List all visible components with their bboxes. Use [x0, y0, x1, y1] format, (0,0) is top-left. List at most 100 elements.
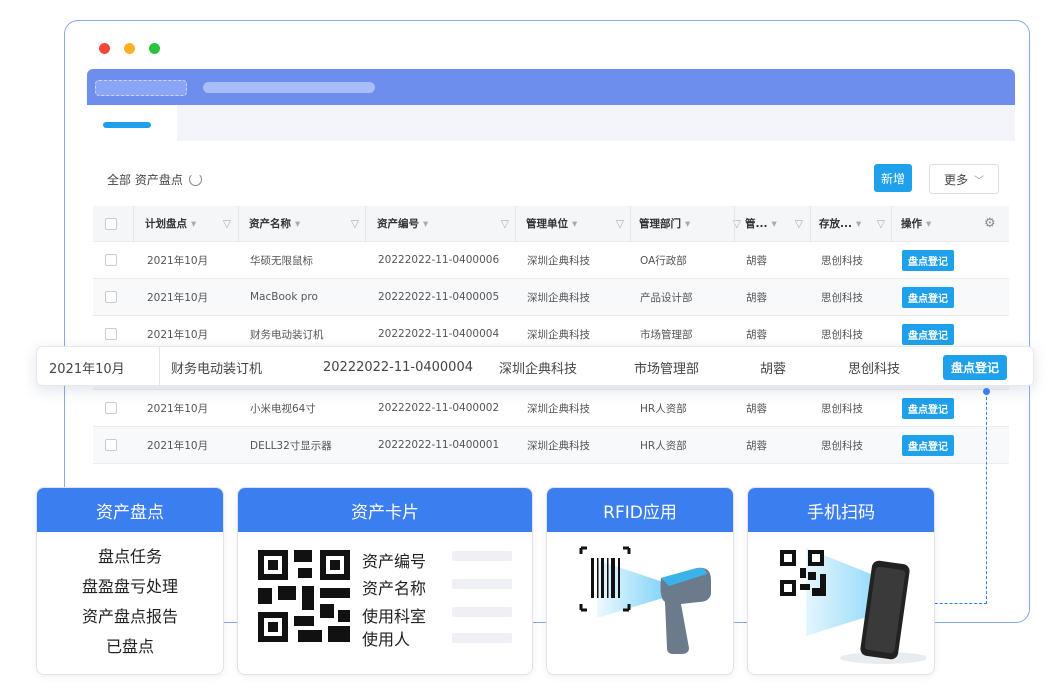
- cell-plan: 2021年10月: [147, 402, 209, 415]
- cell-storage: 思创科技: [821, 402, 863, 415]
- chevron-down-icon: ﹀: [974, 175, 984, 187]
- field-label: 资产编号: [362, 552, 427, 571]
- table-row[interactable]: 2021年10月 DELL32寸显示器 20222022-11-0400001 …: [93, 427, 1009, 464]
- tab-indicator: [103, 122, 151, 128]
- table-row[interactable]: 2021年10月 小米电视64寸 20222022-11-0400002 深圳企…: [93, 390, 1009, 427]
- header-name[interactable]: 资产名称 ▾ ▽: [249, 206, 363, 241]
- inventory-register-button[interactable]: 盘点登记: [943, 354, 1008, 380]
- tab-active[interactable]: [87, 105, 177, 141]
- card-title: 手机扫码: [748, 488, 934, 532]
- row-checkbox[interactable]: [105, 242, 117, 278]
- field-label: 使用科室: [362, 607, 427, 626]
- header-plan-label: 计划盘点: [145, 218, 187, 230]
- header-manager[interactable]: 管... ▾ ▽: [745, 206, 807, 241]
- filter-icon[interactable]: ▽: [223, 218, 231, 230]
- cell-unit: 深圳企典科技: [499, 361, 578, 377]
- filter-icon[interactable]: ▽: [616, 218, 624, 230]
- inventory-register-button[interactable]: 盘点登记: [902, 286, 954, 308]
- cell-storage: 思创科技: [821, 291, 863, 304]
- inventory-register-button[interactable]: 盘点登记: [902, 323, 954, 345]
- toolbar-title-group: 全部 资产盘点: [107, 171, 202, 188]
- list-item[interactable]: 资产盘点报告: [37, 602, 223, 632]
- sort-icon[interactable]: ▾: [423, 218, 428, 230]
- cell-plan: 2021年10月: [49, 361, 125, 377]
- sort-icon[interactable]: ▾: [191, 218, 196, 230]
- highlighted-row[interactable]: 2021年10月 财务电动装订机 20222022-11-0400004 深圳企…: [36, 346, 1034, 387]
- cell-code: 20222022-11-0400002: [378, 402, 500, 414]
- sort-icon[interactable]: ▾: [685, 218, 690, 230]
- cell-storage: 思创科技: [848, 361, 901, 377]
- sort-icon[interactable]: ▾: [295, 218, 300, 230]
- sort-icon[interactable]: ▾: [856, 218, 861, 230]
- sort-icon[interactable]: ▾: [572, 218, 577, 230]
- cell-manager: 胡蓉: [760, 361, 787, 377]
- cell-name: 华硕无限鼠标: [250, 254, 313, 267]
- list-item[interactable]: 盘盈盘亏处理: [37, 572, 223, 602]
- header-code[interactable]: 资产编号 ▾ ▽: [377, 206, 513, 241]
- cell-name: DELL32寸显示器: [250, 439, 332, 452]
- inventory-register-button[interactable]: 盘点登记: [902, 249, 954, 271]
- cell-code: 20222022-11-0400006: [378, 254, 500, 266]
- cell-dept: HR人资部: [640, 439, 687, 452]
- header-dept-label: 管理部门: [639, 218, 681, 230]
- new-button[interactable]: 新增: [874, 164, 912, 192]
- logo-placeholder: [95, 80, 187, 96]
- cell-manager: 胡蓉: [746, 291, 767, 304]
- refresh-icon[interactable]: [188, 173, 202, 186]
- header-plan[interactable]: 计划盘点 ▾ ▽: [145, 206, 235, 241]
- cell-plan: 2021年10月: [147, 254, 209, 267]
- minimize-window-button[interactable]: [124, 43, 135, 54]
- search-placeholder[interactable]: [203, 82, 375, 93]
- cell-name: 财务电动装订机: [171, 361, 263, 377]
- cell-unit: 深圳企典科技: [527, 291, 590, 304]
- cell-dept: 市场管理部: [634, 361, 700, 377]
- field-value-placeholder: [452, 579, 512, 589]
- row-checkbox[interactable]: [105, 390, 117, 426]
- rfid-card: RFID应用: [546, 487, 734, 675]
- header-name-label: 资产名称: [249, 218, 291, 230]
- inventory-register-button[interactable]: 盘点登记: [902, 397, 954, 419]
- list-item[interactable]: 已盘点: [37, 632, 223, 662]
- toolbar-title: 全部 资产盘点: [107, 173, 183, 187]
- select-all-checkbox[interactable]: [105, 206, 117, 241]
- asset-card: 资产卡片 资产编号 资产名称 使用科室 使用人: [237, 487, 533, 675]
- sort-icon[interactable]: ▾: [771, 218, 776, 230]
- cell-name: 小米电视64寸: [250, 402, 316, 415]
- maximize-window-button[interactable]: [149, 43, 160, 54]
- cell-code: 20222022-11-0400005: [378, 291, 500, 303]
- more-button[interactable]: 更多 ﹀: [929, 164, 999, 194]
- header-storage-label: 存放...: [819, 218, 852, 230]
- header-dept[interactable]: 管理部门 ▾ ▽: [639, 206, 745, 241]
- cell-storage: 思创科技: [821, 254, 863, 267]
- filter-icon[interactable]: ▽: [501, 218, 509, 230]
- table-row[interactable]: 2021年10月 MacBook pro 20222022-11-0400005…: [93, 279, 1009, 316]
- cell-unit: 深圳企典科技: [527, 402, 590, 415]
- list-item[interactable]: 盘点任务: [37, 542, 223, 572]
- inventory-register-button[interactable]: 盘点登记: [902, 434, 954, 456]
- cell-dept: HR人资部: [640, 402, 687, 415]
- header-action: 操作 ▾: [901, 206, 931, 241]
- row-checkbox[interactable]: [105, 427, 117, 463]
- more-button-label: 更多: [943, 172, 968, 187]
- window-controls: [99, 43, 160, 54]
- header-unit[interactable]: 管理单位 ▾ ▽: [526, 206, 628, 241]
- header-manager-label: 管...: [745, 218, 768, 230]
- filter-icon[interactable]: ▽: [351, 218, 359, 230]
- table-header-row: 计划盘点 ▾ ▽ 资产名称 ▾ ▽ 资产编号 ▾ ▽ 管理单位 ▾ ▽ 管理部门 ▾ ▽ 管... ▾…: [93, 206, 1009, 242]
- sort-icon[interactable]: ▾: [926, 218, 931, 230]
- field-label: 资产名称: [362, 579, 427, 598]
- table-row[interactable]: 2021年10月 华硕无限鼠标 20222022-11-0400006 深圳企典…: [93, 242, 1009, 279]
- filter-icon[interactable]: ▽: [877, 218, 885, 230]
- filter-icon[interactable]: ▽: [795, 218, 803, 230]
- header-storage[interactable]: 存放... ▾ ▽: [819, 206, 889, 241]
- cell-manager: 胡蓉: [746, 439, 767, 452]
- cell-unit: 深圳企典科技: [527, 439, 590, 452]
- connector-line: [986, 392, 987, 604]
- column-settings-icon[interactable]: ⚙: [984, 206, 996, 241]
- close-window-button[interactable]: [99, 43, 110, 54]
- cell-manager: 胡蓉: [746, 402, 767, 415]
- header-code-label: 资产编号: [377, 218, 419, 230]
- cell-plan: 2021年10月: [147, 439, 209, 452]
- tab-bar: [87, 105, 1015, 141]
- row-checkbox[interactable]: [105, 279, 117, 315]
